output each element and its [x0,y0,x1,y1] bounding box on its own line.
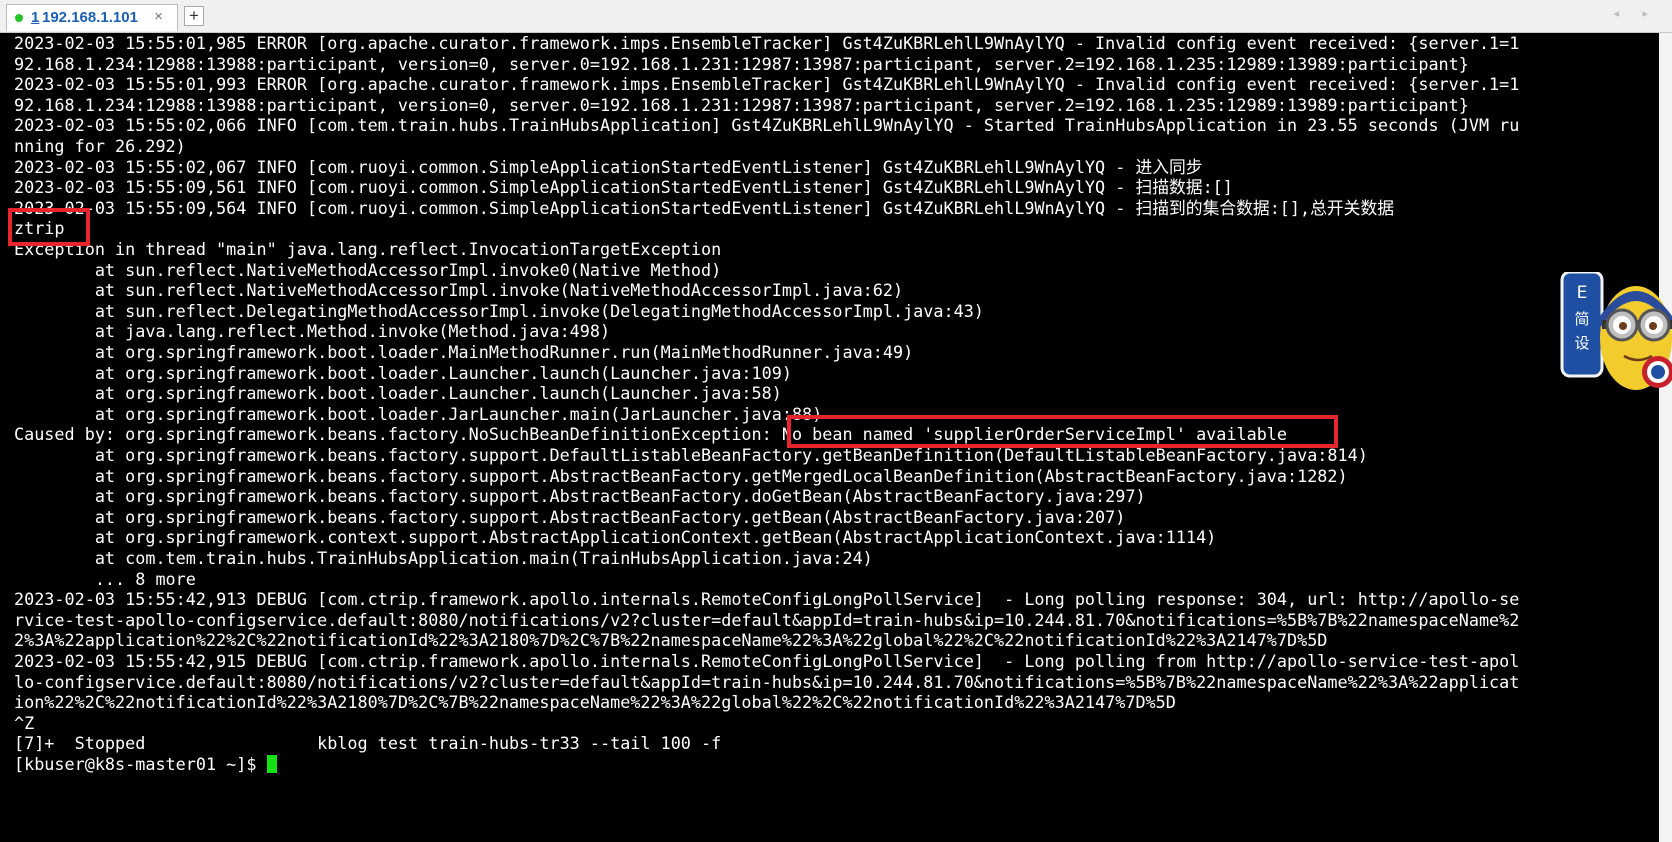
tab-scroll-arrows-icon[interactable]: ◂ ▸ [1613,7,1658,20]
terminal-line: at sun.reflect.DelegatingMethodAccessorI… [14,300,984,321]
terminal-line: 2023-02-03 15:55:01,993 ERROR [org.apach… [14,74,1520,95]
terminal-line: Exception in thread "main" java.lang.ref… [14,239,722,259]
terminal-line: at org.springframework.beans.factory.sup… [14,445,1368,465]
terminal-line: ^Z [14,712,35,733]
terminal-cursor [266,755,277,773]
minion-avatar-icon[interactable]: E 简 设 [1558,270,1672,390]
terminal-line: at org.springframework.boot.loader.Launc… [14,362,792,383]
terminal-line: at org.springframework.beans.factory.sup… [14,506,1126,527]
terminal-line: 2%3A%22application%22%2C%22notificationI… [14,630,1328,651]
tab-number: 1 [31,9,40,26]
close-tab-icon[interactable]: × [154,8,163,25]
terminal-line: 2023-02-03 15:55:42,915 DEBUG [com.ctrip… [14,651,1520,671]
terminal-line: 2023-02-03 15:55:42,913 DEBUG [com.ctrip… [14,589,1520,610]
highlight-box-no-bean-error [787,415,1338,448]
terminal-line: ion%22%2C%22notificationId%22%3A2180%7D%… [14,692,1176,713]
terminal-line: 2023-02-03 15:55:01,985 ERROR [org.apach… [14,33,1520,53]
terminal-line: at com.tem.train.hubs.TrainHubsApplicati… [14,548,873,568]
tab-bar: 1 192.168.1.101 × + ◂ ▸ [0,0,1672,33]
terminal-line: at sun.reflect.NativeMethodAccessorImpl.… [14,280,904,301]
terminal-line: at org.springframework.boot.loader.Launc… [14,383,782,404]
terminal-line: at sun.reflect.NativeMethodAccessorImpl.… [14,259,722,280]
connection-status-icon [15,14,23,22]
terminal-scrollbar[interactable] [1659,33,1672,842]
highlight-box-ztrip [8,208,90,246]
terminal-line: 2023-02-03 15:55:02,066 INFO [com.tem.tr… [14,115,1520,136]
terminal-line: ... 8 more [14,568,196,589]
svg-text:简: 简 [1574,310,1589,328]
terminal-line: [kbuser@k8s-master01 ~]$ [14,754,277,775]
new-tab-button[interactable]: + [184,6,204,26]
terminal-line: 2023-02-03 15:55:09,561 INFO [com.ruoyi.… [14,177,1233,198]
tab-title: 192.168.1.101 [42,9,138,26]
terminal-line: rvice-test-apollo-configservice.default:… [14,609,1520,630]
terminal-line: 2023-02-03 15:55:09,564 INFO [com.ruoyi.… [14,197,1395,218]
session-tab[interactable]: 1 192.168.1.101 × [6,4,178,31]
terminal-line: at java.lang.reflect.Method.invoke(Metho… [14,321,611,342]
terminal-line: at org.springframework.boot.loader.MainM… [14,342,914,362]
terminal-line: at org.springframework.beans.factory.sup… [14,486,1146,507]
terminal-line: 92.168.1.234:12988:13988:participant, ve… [14,94,1469,115]
svg-text:E: E [1577,283,1588,303]
terminal-line: at org.springframework.beans.factory.sup… [14,465,1348,486]
terminal-line: 2023-02-03 15:55:02,067 INFO [com.ruoyi.… [14,156,1203,177]
terminal-line: 92.168.1.234:12988:13988:participant, ve… [14,53,1469,74]
svg-text:设: 设 [1574,334,1589,352]
terminal-line: at org.springframework.boot.loader.JarLa… [14,403,823,424]
terminal-line: at org.springframework.context.support.A… [14,527,1217,548]
terminal-line: nning for 26.292) [14,136,186,156]
terminal-line: lo-configservice.default:8080/notificati… [14,671,1520,692]
terminal-line: [7]+ Stopped kblog test train-hubs-tr33 … [14,733,722,754]
